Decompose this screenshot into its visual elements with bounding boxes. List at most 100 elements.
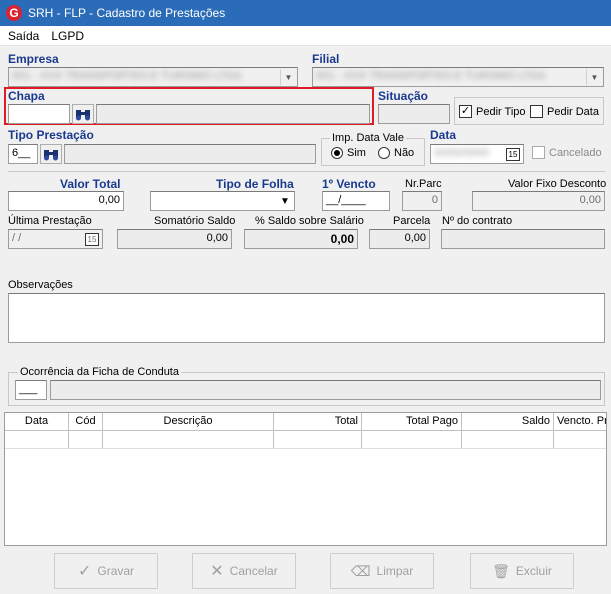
sim-label: Sim xyxy=(347,147,366,159)
table-header: Data Cód Descrição Total Total Pago Sald… xyxy=(5,413,606,431)
filial-label: Filial xyxy=(312,52,340,66)
filial-combo[interactable]: 001 - XXX TRANSPORTES E TURISMO LTDA ▼ xyxy=(312,67,604,87)
observacoes-label: Observações xyxy=(8,279,73,291)
tipo-folha-combo[interactable]: ▼ xyxy=(150,191,295,211)
empresa-combo[interactable]: 001 - XXX TRANSPORTES E TURISMO LTDA ▼ xyxy=(8,67,298,87)
ocorrencia-desc-field xyxy=(50,380,601,400)
limpar-label: Limpar xyxy=(376,564,414,578)
menu-saida[interactable]: Saída xyxy=(8,29,39,43)
window-title: SRH - FLP - Cadastro de Prestações xyxy=(28,6,226,20)
calendar-icon[interactable]: 15 xyxy=(506,148,520,161)
valor-fixo-desconto-input[interactable]: 0,00 xyxy=(472,191,605,211)
table-row[interactable] xyxy=(5,431,606,449)
tipo-prestacao-label: Tipo Prestação xyxy=(8,128,94,142)
data-value: 00/00/0000 xyxy=(434,147,490,159)
nr-contrato-field xyxy=(441,229,605,249)
col-total[interactable]: Total xyxy=(274,413,362,430)
chapa-search-button[interactable] xyxy=(72,104,94,124)
chapa-input[interactable] xyxy=(8,104,70,124)
chevron-down-icon[interactable]: ▼ xyxy=(586,69,602,85)
observacoes-textarea[interactable] xyxy=(8,293,605,343)
tipo-prestacao-desc-field xyxy=(64,144,316,164)
empresa-value: 001 - XXX TRANSPORTES E TURISMO LTDA xyxy=(12,70,242,82)
pedir-data-checkbox[interactable]: Pedir Data xyxy=(530,105,599,118)
gravar-button[interactable]: ✓ Gravar xyxy=(54,553,158,589)
chapa-label: Chapa xyxy=(8,89,45,103)
valor-total-label: Valor Total xyxy=(60,177,121,191)
ultima-prestacao-value: / / xyxy=(12,232,22,244)
cancelado-label: Cancelado xyxy=(549,146,602,159)
nr-parc-input[interactable]: 0 xyxy=(402,191,442,211)
primeiro-vencto-label: 1º Vencto xyxy=(322,177,376,191)
filial-value: 001 - XXX TRANSPORTES E TURISMO LTDA xyxy=(316,70,546,82)
tipo-prestacao-search-button[interactable] xyxy=(40,144,62,164)
table-cell xyxy=(274,431,362,448)
tipo-prestacao-code-input[interactable]: 6__ xyxy=(8,144,38,164)
table-cell xyxy=(69,431,103,448)
prestacoes-table[interactable]: Data Cód Descrição Total Total Pago Sald… xyxy=(4,412,607,546)
chevron-down-icon[interactable]: ▼ xyxy=(280,69,296,85)
menu-lgpd[interactable]: LGPD xyxy=(51,29,84,43)
chevron-down-icon[interactable]: ▼ xyxy=(277,193,293,209)
gravar-label: Gravar xyxy=(97,564,135,578)
parcela-field: 0,00 xyxy=(369,229,430,249)
app-logo-icon: G xyxy=(6,5,22,21)
tipo-folha-label: Tipo de Folha xyxy=(216,177,294,191)
imp-data-vale-sim-radio[interactable]: Sim xyxy=(331,147,366,159)
situacao-label: Situação xyxy=(378,89,429,103)
excluir-label: Excluir xyxy=(515,564,552,578)
checkbox-unchecked-icon xyxy=(532,146,545,159)
chapa-name-field xyxy=(96,104,370,124)
ocorrencia-code-input[interactable]: ___ xyxy=(15,380,47,400)
table-cell xyxy=(362,431,462,448)
col-descricao[interactable]: Descrição xyxy=(103,413,274,430)
checkmark-icon: ✓ xyxy=(77,563,92,580)
divider xyxy=(8,171,605,172)
cancelado-checkbox[interactable]: Cancelado xyxy=(532,146,602,159)
ultima-prestacao-label: Última Prestação xyxy=(8,215,92,227)
nr-parc-label: Nr.Parc xyxy=(405,178,442,190)
pedir-tipo-label: Pedir Tipo xyxy=(476,105,526,118)
saldo-sobre-salario-field: 0,00 xyxy=(244,229,358,249)
data-input[interactable]: 00/00/0000 15 xyxy=(430,144,524,164)
parcela-label: Parcela xyxy=(393,215,431,227)
binoculars-icon xyxy=(76,110,90,121)
checkbox-unchecked-icon xyxy=(530,105,543,118)
imp-data-vale-nao-radio[interactable]: Não xyxy=(378,147,414,159)
table-cell xyxy=(462,431,554,448)
title-bar: G SRH - FLP - Cadastro de Prestações xyxy=(0,0,611,26)
table-cell xyxy=(5,431,69,448)
primeiro-vencto-input[interactable]: __/____ xyxy=(322,191,390,211)
binoculars-icon xyxy=(44,150,58,161)
menu-bar: Saída LGPD xyxy=(0,26,611,46)
eraser-icon: ⌫ xyxy=(350,562,371,579)
radio-unselected-icon xyxy=(378,147,390,159)
limpar-button[interactable]: ⌫ Limpar xyxy=(330,553,434,589)
valor-fixo-desconto-label: Valor Fixo Desconto xyxy=(508,178,607,190)
checkbox-checked-icon: ✓ xyxy=(459,105,472,118)
ocorrencia-label: Ocorrência da Ficha de Conduta xyxy=(18,366,181,378)
table-cell xyxy=(103,431,274,448)
somatorio-saldo-field: 0,00 xyxy=(117,229,232,249)
imp-data-vale-label: Imp. Data Vale xyxy=(330,132,406,144)
pedir-tipo-checkbox[interactable]: ✓ Pedir Tipo xyxy=(459,105,526,118)
col-vencto-pre[interactable]: Vencto. Pre xyxy=(554,413,606,430)
calendar-icon: 15 xyxy=(85,233,99,246)
table-cell xyxy=(554,431,606,448)
data-label: Data xyxy=(430,128,457,142)
situacao-field xyxy=(378,104,450,124)
col-saldo[interactable]: Saldo xyxy=(462,413,554,430)
close-icon: ✕ xyxy=(210,563,224,580)
cancelar-button[interactable]: ✕ Cancelar xyxy=(192,553,296,589)
saldo-sobre-salario-label: % Saldo sobre Salário xyxy=(255,215,364,227)
nr-contrato-label: Nº do contrato xyxy=(442,215,513,227)
radio-selected-icon xyxy=(331,147,343,159)
empresa-label: Empresa xyxy=(8,52,59,66)
valor-total-input[interactable]: 0,00 xyxy=(8,191,124,211)
col-cod[interactable]: Cód xyxy=(69,413,103,430)
col-data[interactable]: Data xyxy=(5,413,69,430)
excluir-button[interactable]: 🗑 Excluir xyxy=(470,553,574,589)
trash-icon: 🗑 xyxy=(492,562,510,579)
col-total-pago[interactable]: Total Pago xyxy=(362,413,462,430)
pedir-data-label: Pedir Data xyxy=(547,105,599,118)
